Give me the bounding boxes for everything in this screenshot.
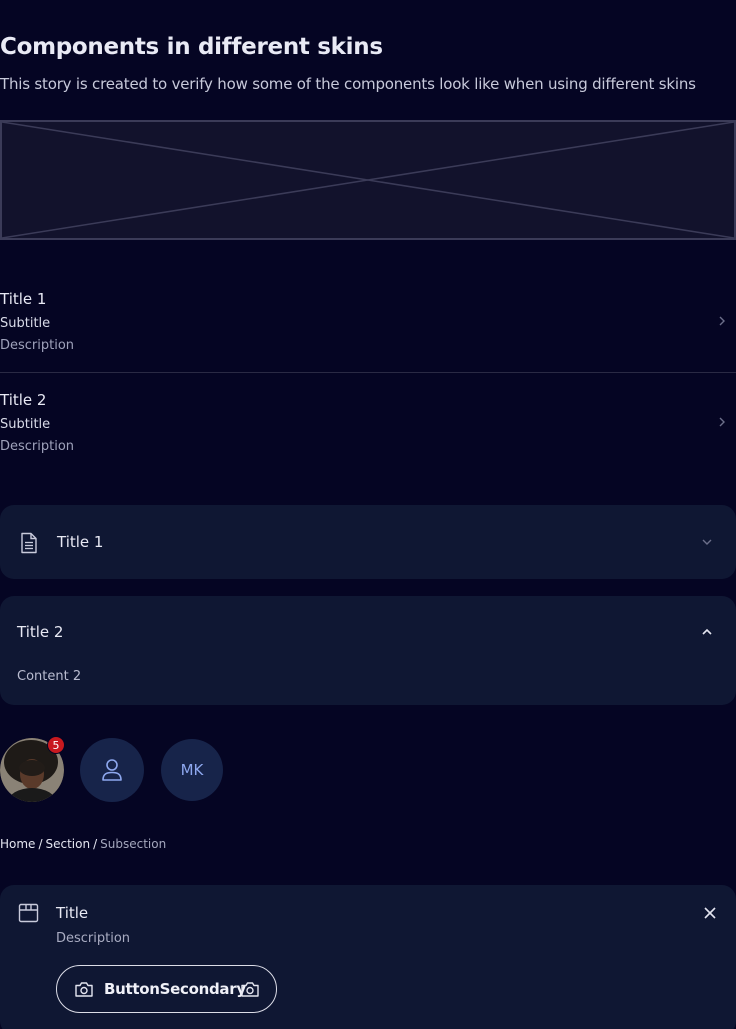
chevron-right-icon: [719, 316, 725, 326]
page-title: Components in different skins: [0, 34, 383, 60]
breadcrumb-separator: /: [93, 837, 98, 851]
callout: Title Description ButtonSecondary: [0, 885, 736, 1029]
initials-avatar: MK: [161, 739, 223, 801]
list-item-title: Title 2: [0, 391, 47, 409]
breadcrumb-separator: /: [38, 837, 43, 851]
page-description: This story is created to verify how some…: [0, 75, 696, 93]
box-icon: [18, 903, 39, 923]
accordion-item-collapsed[interactable]: Title 1: [0, 505, 736, 579]
user-icon: [102, 759, 122, 781]
placeholder-cross-icon: [2, 122, 734, 238]
close-icon[interactable]: [703, 906, 717, 920]
breadcrumb: Home / Section / Subsection: [0, 837, 166, 851]
chevron-up-icon[interactable]: [700, 627, 714, 637]
camera-icon: [75, 982, 93, 997]
accordion-item-expanded[interactable]: Title 2 Content 2: [0, 596, 736, 705]
breadcrumb-item-section[interactable]: Section: [45, 837, 90, 851]
user-avatar: [80, 738, 144, 802]
image-placeholder: [0, 120, 736, 240]
secondary-button[interactable]: ButtonSecondary: [56, 965, 277, 1013]
list-item-subtitle: Subtitle: [0, 316, 51, 331]
notification-badge: 5: [47, 736, 65, 754]
breadcrumb-item-home[interactable]: Home: [0, 837, 35, 851]
list-item-description: Description: [0, 439, 75, 454]
document-icon: [21, 532, 37, 554]
list-item[interactable]: Title 2 Subtitle Description: [0, 373, 736, 474]
chevron-right-icon: [719, 417, 725, 427]
list-item-title: Title 1: [0, 290, 47, 308]
list-item-description: Description: [0, 338, 75, 353]
callout-description: Description: [56, 931, 131, 946]
camera-icon: [241, 982, 259, 997]
accordion-content: Content 2: [17, 669, 82, 684]
button-label: ButtonSecondary: [104, 980, 246, 998]
breadcrumb-item-current: Subsection: [100, 837, 167, 851]
page: Components in different skins This story…: [0, 0, 736, 1029]
callout-title: Title: [56, 904, 89, 922]
chevron-down-icon: [702, 539, 712, 545]
list-item[interactable]: Title 1 Subtitle Description: [0, 272, 736, 373]
list-item-subtitle: Subtitle: [0, 417, 51, 432]
accordion-title: Title 1: [57, 533, 104, 551]
accordion-title: Title 2: [17, 623, 64, 641]
